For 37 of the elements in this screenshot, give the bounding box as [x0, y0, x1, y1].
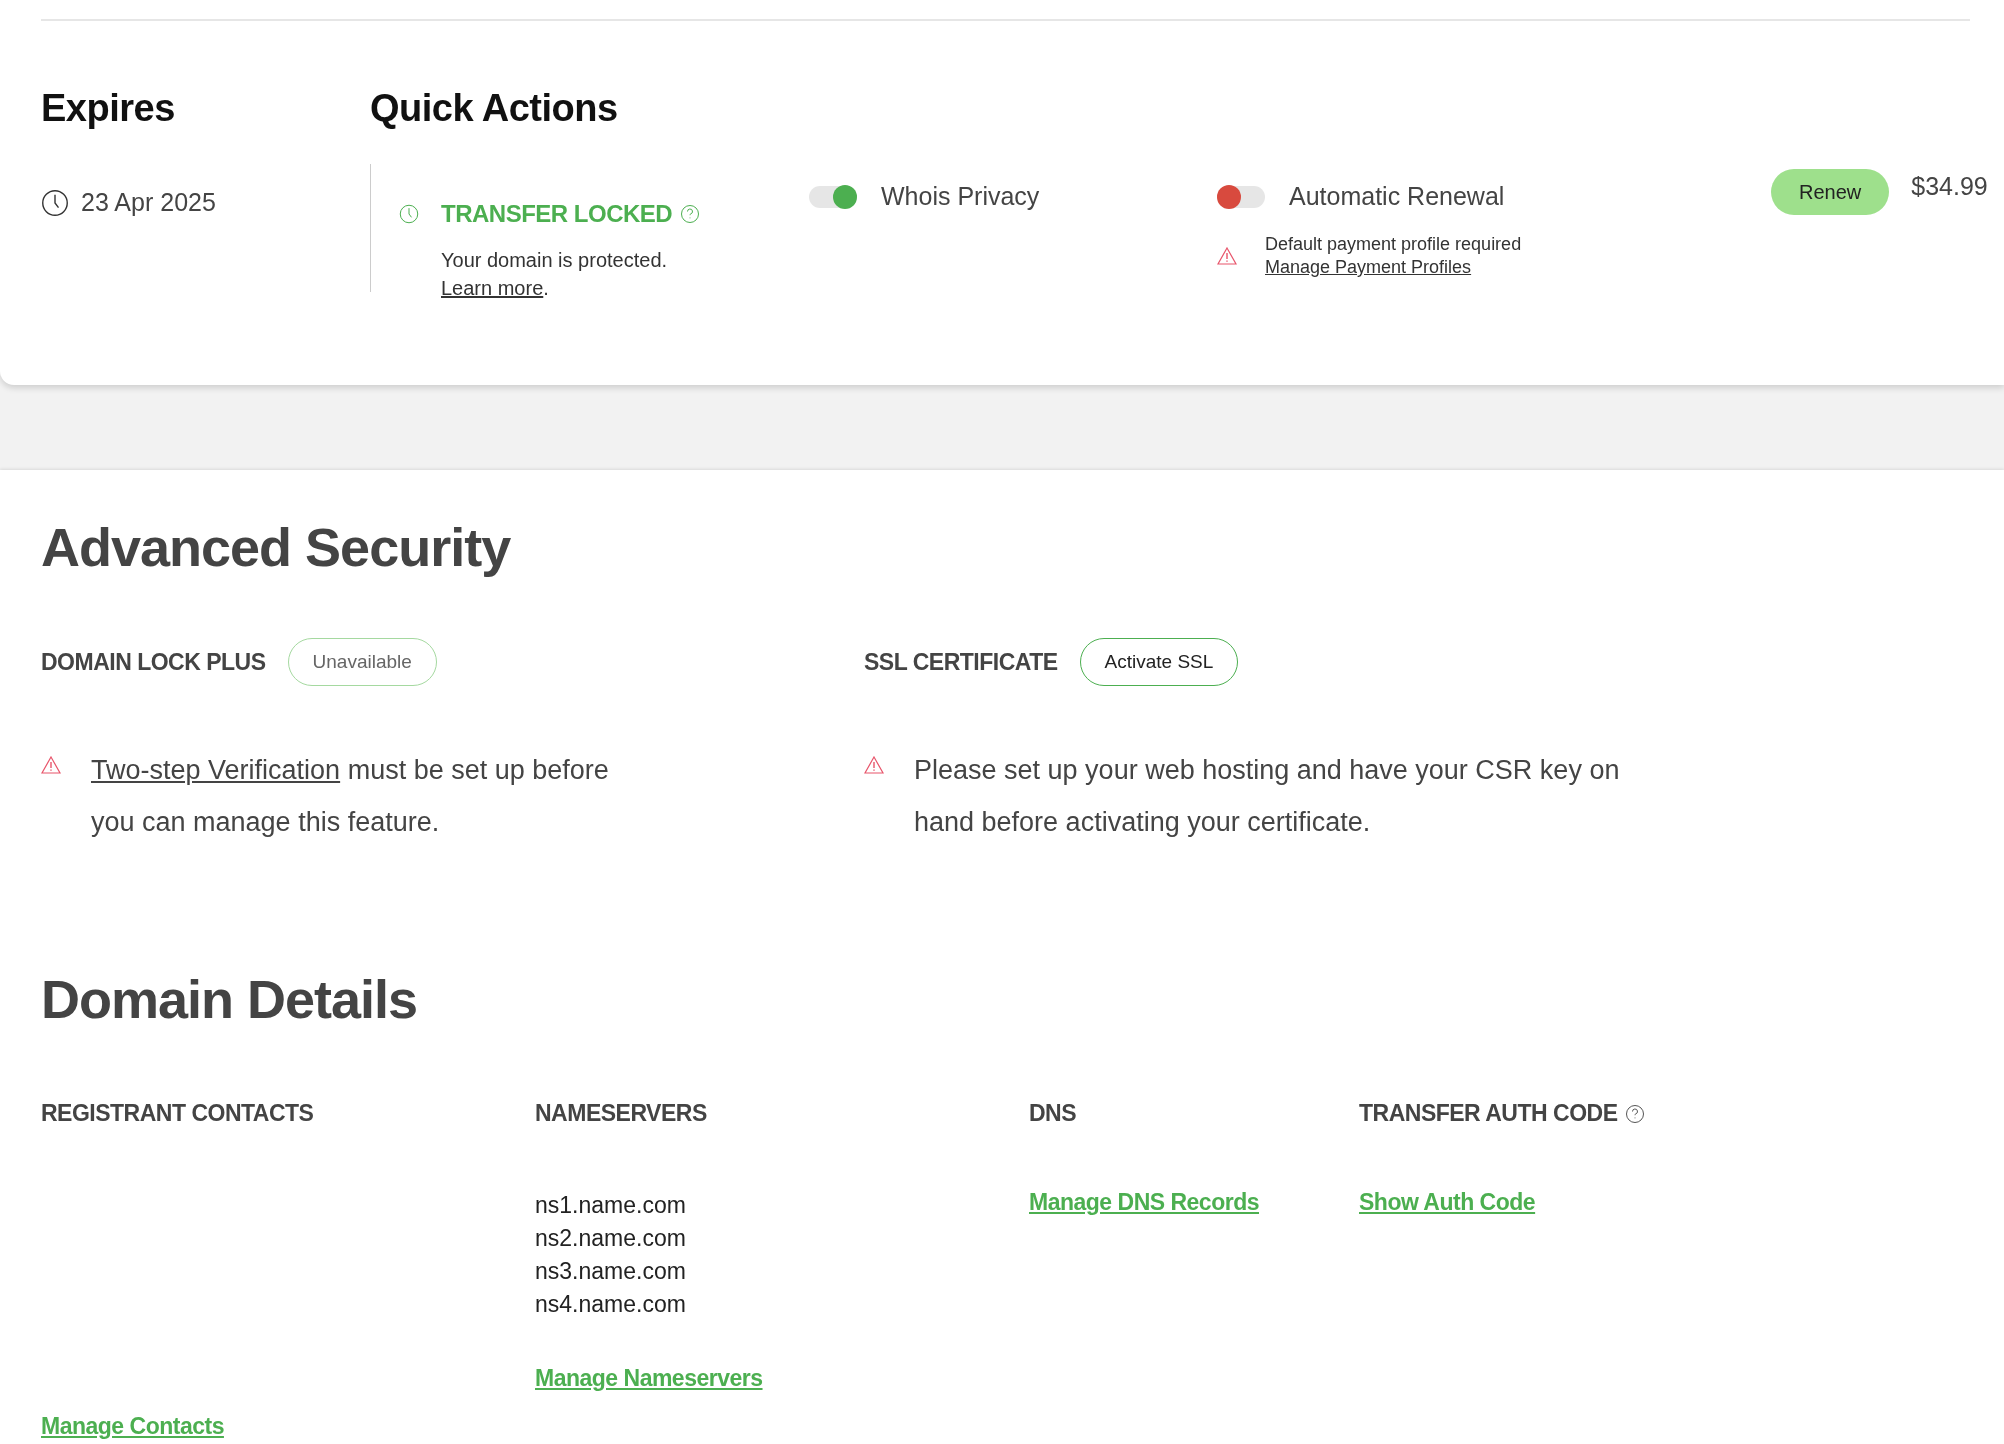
price: $34.99	[1911, 172, 1988, 201]
column-heading: NAMESERVERS	[535, 1100, 707, 1127]
column-heading: REGISTRANT CONTACTS	[41, 1100, 314, 1127]
manage-payment-link[interactable]: Manage Payment Profiles	[1265, 257, 1472, 277]
section-title: Advanced Security	[41, 516, 512, 578]
toggle-switch[interactable]	[1217, 185, 1265, 208]
feature-label: DOMAIN LOCK PLUS	[41, 648, 266, 676]
warning-icon	[1217, 247, 1237, 265]
warning-icon	[864, 756, 884, 774]
warning-icon	[41, 756, 61, 774]
toggle-label: Whois Privacy	[881, 182, 1040, 211]
transfer-status: TRANSFER LOCKED	[441, 200, 673, 228]
column-heading: DNS	[1029, 1100, 1077, 1127]
toggle-switch[interactable]	[809, 185, 857, 208]
period-text: .	[543, 277, 549, 299]
section-title: Domain Details	[41, 968, 419, 1030]
clock-icon	[399, 204, 419, 224]
renew-button[interactable]: Renew	[1771, 169, 1890, 215]
warning-text: Please set up your web hosting and have your CSR key on hand before activating your certificate.	[914, 754, 1621, 839]
clock-icon	[41, 188, 69, 217]
section-title: Quick Actions	[370, 87, 619, 130]
nameserver-text: ns3.name.com	[535, 1257, 687, 1286]
learn-more-link[interactable]: Learn more	[441, 277, 544, 299]
section-title: Expires	[41, 87, 176, 130]
expiry-date: 23 Apr 2025	[81, 188, 216, 217]
feature-button[interactable]: Activate SSL	[1079, 638, 1239, 686]
feature-label: SSL CERTIFICATE	[864, 648, 1058, 676]
column-heading: TRANSFER AUTH CODE	[1359, 1100, 1618, 1127]
status-description: Your domain is protected.	[441, 248, 669, 273]
help-icon[interactable]	[1625, 1103, 1646, 1124]
nameserver-text: ns2.name.com	[535, 1224, 687, 1253]
warning-text: Two-step Verification must be set up before you can manage this feature.	[91, 754, 610, 839]
nameserver-text: ns4.name.com	[535, 1290, 687, 1319]
help-icon[interactable]	[680, 204, 701, 224]
nameserver-text: ns1.name.com	[535, 1191, 687, 1220]
warning-text: Default payment profile required	[1265, 233, 1522, 256]
toggle-label: Automatic Renewal	[1289, 182, 1505, 211]
